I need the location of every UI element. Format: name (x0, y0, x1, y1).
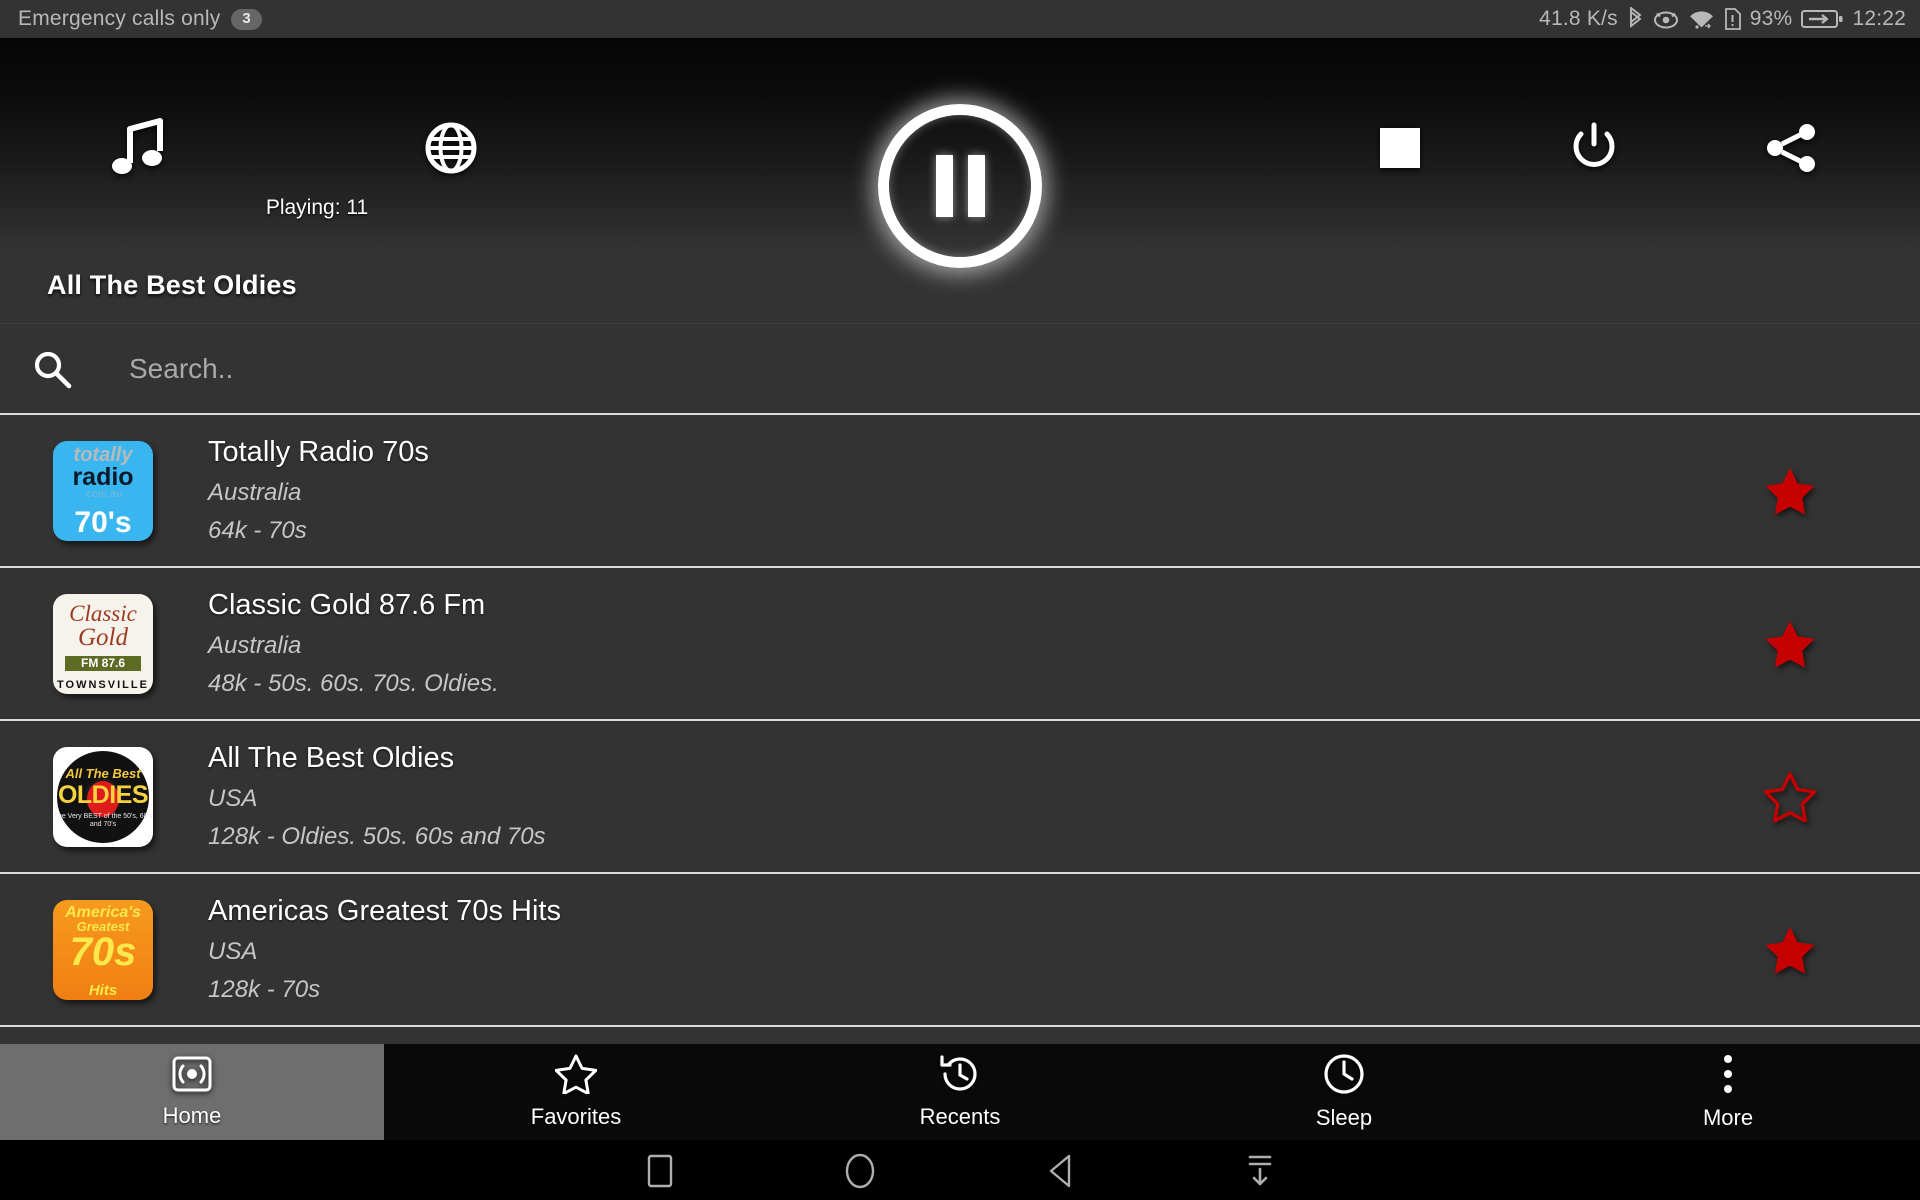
logo-line-1: All The Best (65, 765, 141, 781)
station-logo: America's Greatest 70s Hits (53, 899, 153, 1000)
status-bar-left: Emergency calls only 3 (18, 7, 262, 31)
table-row[interactable]: Classic Gold FM 87.6 TOWNSVILLE Classic … (0, 568, 1920, 721)
station-logo-cell: totally radio .com.au 70's (0, 440, 206, 541)
search-bar[interactable] (0, 324, 1920, 415)
station-logo-cell: All The Best OLDIES The Very BEST of the… (0, 746, 206, 847)
station-meta: All The Best Oldies USA 128k - Oldies. 5… (206, 742, 1660, 851)
logo-line-4: Hits (88, 981, 118, 999)
triangle-back-icon[interactable] (960, 1153, 1160, 1189)
station-meta: Totally Radio 70s Australia 64k - 70s (206, 436, 1660, 545)
logo-line-4: 70's (74, 505, 132, 539)
pause-button[interactable] (878, 104, 1042, 268)
logo-line-2: OLDIES (57, 780, 149, 809)
wifi-icon (1688, 9, 1715, 30)
logo-line-3: 70s (69, 929, 137, 974)
station-name: Totally Radio 70s (208, 436, 429, 468)
tab-label: Home (162, 1103, 222, 1128)
station-meta: Americas Greatest 70s Hits USA 128k - 70… (206, 895, 1660, 1004)
station-country: Australia (208, 479, 302, 506)
station-list: totally radio .com.au 70's Totally Radio… (0, 415, 1920, 1044)
station-logo: Classic Gold FM 87.6 TOWNSVILLE (53, 593, 153, 694)
playing-count-label: Playing: 11 (265, 196, 369, 219)
station-logo-cell: America's Greatest 70s Hits (0, 899, 206, 1000)
logo-line-4: TOWNSVILLE (57, 678, 149, 691)
status-bar-right: 41.8 K/s 93% 12:22 (1539, 7, 1906, 31)
tab-sleep[interactable]: Sleep (1152, 1044, 1536, 1140)
logo-line-3: .com.au (83, 488, 123, 500)
system-navigation-bar (0, 1140, 1920, 1200)
star-outline-icon (1764, 771, 1816, 822)
table-row[interactable]: America's Greatest 70s Hits Americas Gre… (0, 874, 1920, 1027)
station-logo-cell: Classic Gold FM 87.6 TOWNSVILLE (0, 593, 206, 694)
hide-navbar-icon[interactable] (1160, 1152, 1360, 1190)
power-button[interactable] (1569, 122, 1619, 174)
circle-home-icon[interactable] (760, 1151, 960, 1191)
table-row[interactable]: All The Best OLDIES The Very BEST of the… (0, 721, 1920, 874)
station-meta: Classic Gold 87.6 Fm Australia 48k - 50s… (206, 589, 1660, 698)
station-country: USA (208, 785, 258, 812)
station-detail: 128k - 70s (208, 976, 321, 1003)
overflow-menu-icon (1721, 1053, 1735, 1100)
clock-icon (1323, 1053, 1365, 1100)
star-outline-icon (554, 1054, 598, 1099)
tab-label: More (1702, 1105, 1754, 1130)
station-country: USA (208, 938, 258, 965)
player-header: Playing: 11 (0, 38, 1920, 268)
tab-label: Recents (919, 1104, 1001, 1129)
station-detail: 48k - 50s. 60s. 70s. Oldies. (208, 670, 499, 697)
notification-count-badge: 3 (231, 8, 262, 30)
tab-label: Favorites (530, 1104, 622, 1129)
favorite-toggle[interactable] (1660, 925, 1920, 975)
clock-label: 12:22 (1852, 7, 1906, 30)
tab-recents[interactable]: Recents (768, 1044, 1152, 1140)
tab-favorites[interactable]: Favorites (384, 1044, 768, 1140)
station-logo: totally radio .com.au 70's (53, 440, 153, 541)
logo-line-1: totally (73, 443, 133, 466)
status-bar: Emergency calls only 3 41.8 K/s 93% 12:2… (0, 0, 1920, 38)
music-note-icon[interactable] (112, 117, 164, 179)
star-filled-icon (1765, 467, 1815, 515)
logo-line-1: Classic (69, 600, 137, 626)
station-detail: 64k - 70s (208, 517, 307, 544)
logo-line-3: FM 87.6 (65, 655, 141, 671)
station-name: All The Best Oldies (208, 742, 455, 774)
history-icon (939, 1054, 981, 1099)
tab-label: Sleep (1315, 1105, 1373, 1130)
station-detail: 128k - Oldies. 50s. 60s and 70s (208, 823, 546, 850)
tab-home[interactable]: Home (0, 1044, 384, 1140)
page-title: All The Best Oldies (47, 270, 297, 300)
network-speed-label: 41.8 K/s (1539, 7, 1618, 30)
globe-icon[interactable] (425, 122, 477, 174)
stop-button[interactable] (1378, 126, 1422, 170)
carrier-label: Emergency calls only (18, 7, 221, 30)
favorite-toggle[interactable] (1660, 771, 1920, 822)
logo-line-2: Gold (78, 623, 128, 651)
star-filled-icon (1765, 926, 1815, 974)
search-icon (24, 349, 80, 389)
star-filled-icon (1765, 620, 1815, 668)
battery-charging-icon (1801, 9, 1843, 29)
logo-line-2: radio (72, 462, 134, 491)
sim-alert-icon (1724, 8, 1741, 30)
square-recents-icon[interactable] (560, 1153, 760, 1189)
logo-line-3: The Very BEST of the 50's, 60's and 70's (53, 812, 153, 828)
tab-more[interactable]: More (1536, 1044, 1920, 1140)
share-button[interactable] (1764, 122, 1818, 174)
station-country: Australia (208, 632, 302, 659)
favorite-toggle[interactable] (1660, 619, 1920, 669)
station-name: Americas Greatest 70s Hits (208, 895, 561, 927)
favorite-toggle[interactable] (1660, 466, 1920, 516)
station-logo: All The Best OLDIES The Very BEST of the… (53, 746, 153, 847)
bottom-navigation: Home Favorites Recents Sleep More (0, 1044, 1920, 1140)
eye-icon (1653, 9, 1679, 29)
pause-icon (935, 155, 985, 217)
radio-broadcast-icon (172, 1055, 212, 1098)
bluetooth-icon (1627, 7, 1644, 31)
table-row[interactable]: totally radio .com.au 70's Totally Radio… (0, 415, 1920, 568)
battery-percent-label: 93% (1749, 7, 1793, 30)
station-name: Classic Gold 87.6 Fm (208, 589, 486, 621)
search-input[interactable] (80, 352, 1920, 385)
